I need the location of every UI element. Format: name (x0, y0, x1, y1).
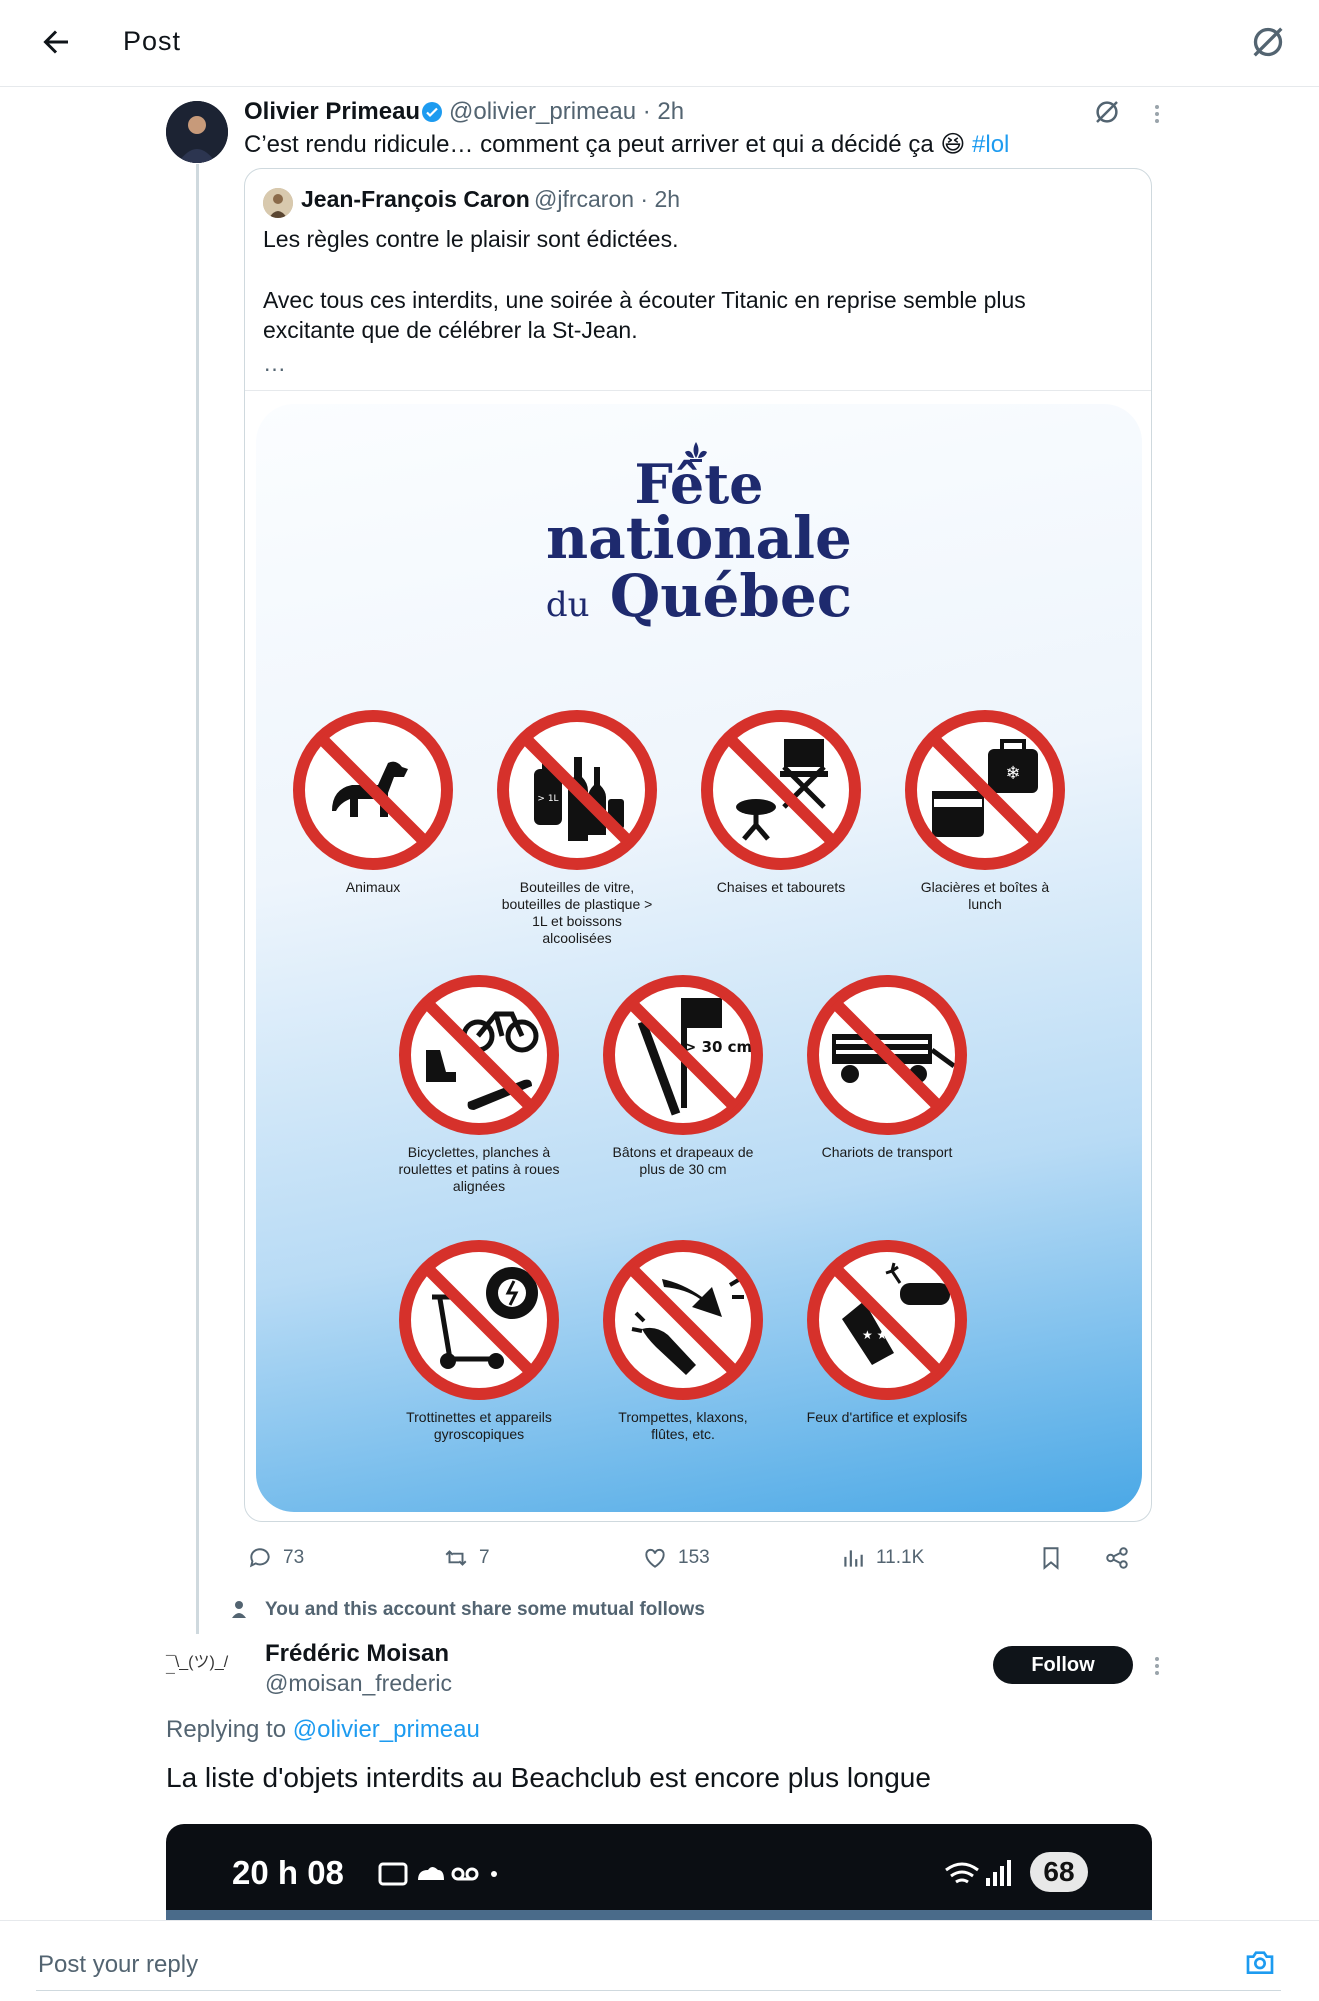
poster-title-quebec: Québec (609, 562, 853, 630)
sign-caption: Trompettes, klaxons, flûtes, etc. (618, 1409, 748, 1442)
post-text-body: C’est rendu ridicule… comment ça peut ar… (244, 131, 966, 158)
reply-count: 73 (283, 1547, 305, 1568)
poster-title-line: du Québec (256, 562, 1142, 630)
sign-caption: Bicyclettes, planches à roulettes et pat… (398, 1144, 560, 1194)
camera-icon[interactable] (1244, 1946, 1276, 1978)
no-coolers-icon: ❄ (905, 710, 1065, 870)
sign-caption: Animaux (345, 879, 401, 895)
repost-count: 7 (479, 1547, 490, 1568)
page-title: Post (123, 26, 182, 56)
more-options-icon[interactable] (1147, 1652, 1167, 1680)
share-action[interactable] (1104, 1543, 1140, 1573)
top-bar (0, 0, 1319, 87)
svg-text:★ ★: ★ ★ (862, 1328, 887, 1342)
back-arrow-icon[interactable] (38, 24, 74, 60)
grok-icon[interactable] (1248, 22, 1288, 62)
reply-author-handle: @moisan_frederic (265, 1670, 452, 1696)
quoted-text-ellipsis: … (263, 350, 286, 376)
no-fireworks-icon: ★ ★ (807, 1240, 967, 1400)
sign-caption: Bouteilles de vitre, bouteilles de plast… (501, 879, 653, 946)
sign-inline-label: > 30 cm (684, 1038, 752, 1056)
views-count: 11.1K (876, 1547, 925, 1568)
quoted-text-line: Les règles contre le plaisir sont édicté… (263, 226, 679, 252)
prohibited-scooters-sign: Trottinettes et appareils gyroscopiques (398, 1239, 560, 1443)
bookmark-action[interactable] (1038, 1543, 1074, 1573)
avatar[interactable] (166, 101, 228, 163)
reply-input[interactable] (36, 1944, 1190, 1986)
verified-badge-icon (420, 100, 444, 124)
mention-link[interactable]: @olivier_primeau (293, 1716, 480, 1743)
prohibited-bottles-sign: > 1L Bouteilles de vitre, bouteilles de … (496, 709, 658, 947)
signal-wifi-icon (942, 1858, 1012, 1888)
reply-media-image[interactable]: 20 h 08 68 (166, 1824, 1152, 1920)
composer-underline (36, 1990, 1281, 1991)
reply-text: La liste d'objets interdits au Beachclub… (166, 1762, 931, 1793)
media-battery-badge: 68 (1030, 1852, 1088, 1892)
no-chairs-icon (701, 710, 861, 870)
share-icon (1106, 1547, 1128, 1569)
views-action[interactable]: 11.1K (840, 1543, 924, 1573)
more-options-icon[interactable] (1147, 100, 1167, 128)
sign-caption: Glacières et boîtes à lunch (920, 879, 1050, 912)
like-action[interactable]: 153 (642, 1543, 710, 1573)
post-text: C’est rendu ridicule… comment ça peut ar… (244, 130, 1009, 159)
quoted-author-handle: @jfrcaron · 2h (534, 186, 681, 212)
no-trumpets-icon (603, 1240, 763, 1400)
poster-image[interactable]: Fête nationale du Québec Animaux > 1L Bo… (256, 404, 1142, 1512)
no-bottles-icon: > 1L (497, 710, 657, 870)
author-handle: @olivier_primeau · 2h (449, 98, 685, 125)
like-count: 153 (678, 1547, 710, 1568)
prohibited-wagons-sign: Chariots de transport (806, 974, 968, 1161)
reply-avatar[interactable]: ¯\_(ツ)_/¯ (166, 1648, 228, 1689)
prohibited-animals-sign: Animaux (292, 709, 454, 896)
no-dogs-icon (293, 710, 453, 870)
views-chart-icon (844, 1550, 863, 1567)
repost-icon (445, 1550, 467, 1566)
no-wagons-icon (807, 975, 967, 1135)
follow-button[interactable]: Follow (993, 1646, 1133, 1684)
quoted-avatar (263, 188, 293, 218)
no-scooters-icon (399, 1240, 559, 1400)
bookmark-icon (1043, 1547, 1059, 1570)
prohibited-fireworks-sign: ★ ★ Feux d'artifice et explosifs (806, 1239, 968, 1426)
svg-text:❄: ❄ (1005, 763, 1020, 784)
heart-icon (645, 1548, 665, 1568)
poster-title-du: du (545, 585, 590, 625)
media-status-time: 20 h 08 (232, 1854, 344, 1891)
replying-prefix: Replying to (166, 1716, 287, 1743)
replying-to: Replying to @olivier_primeau (166, 1716, 480, 1744)
quoted-text-line: excitante que de célébrer la St-Jean. (263, 317, 638, 343)
sign-caption: Chariots de transport (821, 1144, 953, 1160)
person-icon (231, 1600, 247, 1618)
quoted-author-name: Jean-François Caron (301, 186, 530, 212)
prohibited-trumpets-sign: Trompettes, klaxons, flûtes, etc. (602, 1239, 764, 1443)
media-status-icons (378, 1860, 498, 1888)
sign-caption: Feux d'artifice et explosifs (806, 1409, 968, 1425)
author-name[interactable]: Olivier Primeau (244, 98, 420, 126)
repost-action[interactable]: 7 (443, 1543, 490, 1573)
mutual-follows-note: You and this account share some mutual f… (265, 1599, 705, 1620)
hashtag-link[interactable]: #lol (972, 131, 1009, 158)
reply-icon (249, 1548, 270, 1568)
reply-author-name[interactable]: Frédéric Moisan (265, 1640, 449, 1668)
prohibited-coolers-sign: ❄ Glacières et boîtes à lunch (904, 709, 1066, 913)
thread-line (196, 164, 199, 1634)
prohibited-bicycles-sign: Bicyclettes, planches à roulettes et pat… (398, 974, 560, 1195)
sign-caption: Bâtons et drapeaux de plus de 30 cm (612, 1144, 754, 1177)
reply-action[interactable]: 73 (247, 1543, 304, 1573)
prohibited-chairs-sign: Chaises et tabourets (700, 709, 862, 896)
sign-caption: Chaises et tabourets (716, 879, 846, 895)
media-content-strip (166, 1910, 1152, 1920)
sign-inline-label: > 1L (537, 794, 558, 804)
prohibited-sticks-sign: > 30 cm Bâtons et drapeaux de plus de 30… (602, 974, 764, 1178)
divider (245, 390, 1151, 391)
no-sticks-flags-icon: > 30 cm (603, 975, 763, 1135)
sign-caption: Trottinettes et appareils gyroscopiques (406, 1409, 552, 1442)
grok-icon[interactable] (1092, 97, 1122, 127)
quoted-text-line: Avec tous ces interdits, une soirée à éc… (263, 287, 1026, 313)
no-bicycles-icon (399, 975, 559, 1135)
